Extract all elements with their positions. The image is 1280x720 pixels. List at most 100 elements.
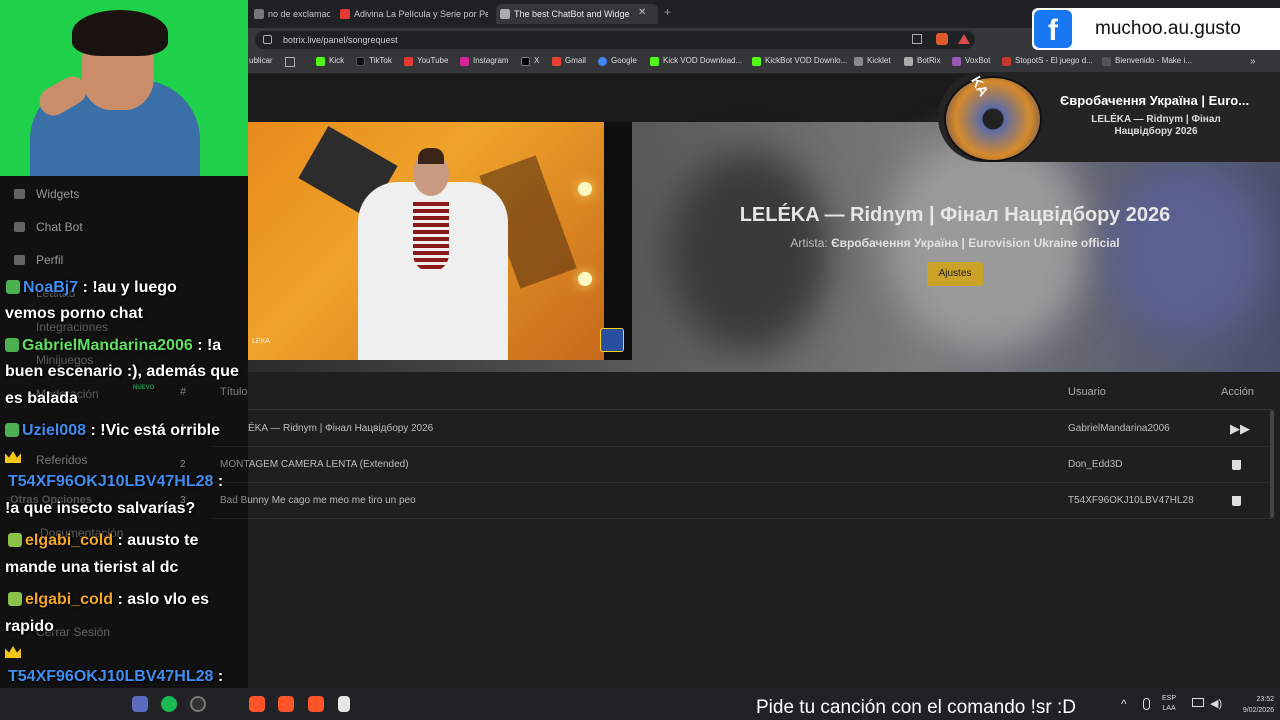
tab-label: The best ChatBot and Widge — [514, 9, 630, 19]
clock-time: 23:52 — [1256, 696, 1274, 703]
more-bookmarks-icon[interactable]: » — [1250, 56, 1256, 67]
tab-label: Adivina La Película y Serie por Perso — [354, 9, 488, 19]
bookmark-item[interactable]: Google — [598, 56, 637, 66]
chat-text: : — [213, 668, 224, 685]
artist-line: Artista: Євробачення Україна | Eurovisio… — [740, 236, 1170, 250]
volume-icon[interactable]: ◀) — [1210, 697, 1222, 710]
youtube-icon — [404, 57, 413, 66]
bookmark-label: VoxBot — [965, 56, 991, 65]
site-info-icon[interactable] — [263, 35, 272, 44]
skip-icon[interactable]: ▶▶ — [1230, 411, 1250, 447]
row-user: T54XF96OKJ10LBV47HL28 — [1068, 495, 1194, 506]
bookmark-item[interactable]: TikTok — [356, 56, 392, 66]
brave-rewards-icon[interactable] — [958, 34, 970, 44]
now-playing-title: Євробачення Україна | Euro... — [1060, 93, 1250, 108]
video-player[interactable]: LEKA — [248, 122, 632, 360]
chat-message: T54XF96OKJ10LBV47HL28 : — [8, 664, 223, 690]
brave-shield-icon[interactable] — [936, 33, 948, 45]
spotify-icon[interactable] — [161, 696, 177, 712]
bookmark-item[interactable]: Gmail — [552, 56, 586, 66]
browser-tab-active[interactable]: The best ChatBot and Widge — [496, 4, 658, 24]
chat-text: mande una tierist al dc — [5, 559, 179, 576]
song-request-caption: Pide tu canción con el comando !sr :D — [756, 697, 1077, 718]
apps-grid-icon[interactable] — [285, 57, 295, 67]
close-tab-icon[interactable]: ✕ — [638, 7, 646, 18]
microphone-icon[interactable] — [1143, 698, 1150, 710]
new-tab-icon[interactable]: + — [664, 5, 671, 19]
kickbot-icon — [752, 57, 761, 66]
bookmark-item[interactable]: VoxBot — [952, 56, 991, 66]
album-cover-disc — [944, 76, 1042, 162]
tab-label: no de exclamación co — [268, 9, 330, 19]
facebook-username: muchoo.au.gusto — [1095, 18, 1241, 39]
chat-text: : — [213, 473, 224, 490]
chat-badge-icon — [8, 533, 22, 547]
streamer-hair — [72, 10, 168, 56]
bookmark-item[interactable]: X — [521, 56, 539, 66]
kick-vod-icon — [650, 57, 659, 66]
chat-username: Uziel008 — [22, 422, 87, 439]
chat-text: : auusto te — [113, 532, 199, 549]
trash-icon[interactable] — [1232, 460, 1241, 470]
bookmark-label: Gmail — [565, 56, 586, 65]
bookmark-item[interactable]: Kick VOD Download... — [650, 56, 743, 66]
tab-favicon-icon — [500, 9, 510, 19]
brave-icon[interactable] — [308, 696, 324, 712]
bookmark-item[interactable]: StopotS - El juego d... — [1002, 56, 1093, 66]
bookmark-label: Kick VOD Download... — [663, 56, 743, 65]
column-header-user: Usuario — [1068, 386, 1106, 398]
kick-icon — [316, 57, 325, 66]
browser-tab[interactable]: no de exclamación co — [250, 4, 330, 24]
bookmark-label: KickBot VOD Downlo... — [765, 56, 848, 65]
instagram-icon — [460, 57, 469, 66]
column-header-action: Acción — [1221, 386, 1255, 398]
chat-message: elgabi_cold : aslo vlo es — [8, 587, 209, 613]
system-clock[interactable]: 23:52 9/02/2026 — [1228, 694, 1274, 716]
webcam-overlay — [0, 0, 248, 176]
chat-username: elgabi_cold — [25, 532, 114, 549]
bookmark-item[interactable]: KickBot VOD Downlo... — [752, 56, 848, 66]
bookmark-item[interactable]: Instagram — [460, 56, 509, 66]
bookmark-label: Kick — [329, 56, 345, 65]
brave-icon[interactable] — [249, 696, 265, 712]
obs-icon[interactable] — [190, 696, 206, 712]
taskbar-app-icon[interactable] — [132, 696, 148, 712]
stopots-icon — [1002, 57, 1011, 66]
now-playing-subtitle: LELÉKA — Ridnym | Фінал Нацвідбору 2026 — [1091, 114, 1221, 137]
x-icon — [521, 57, 530, 66]
bookmark-item[interactable]: Kicklet — [854, 56, 891, 66]
bookmark-label: Bienvenido - Make i... — [1115, 56, 1192, 65]
trash-icon[interactable] — [1232, 496, 1241, 506]
scrollbar[interactable] — [1270, 410, 1274, 518]
share-icon[interactable] — [912, 34, 922, 44]
bookmark-item[interactable]: YouTube — [404, 56, 448, 66]
google-icon — [598, 57, 607, 66]
chat-text: es balada — [5, 390, 78, 407]
chat-badge-icon — [6, 280, 20, 294]
voxbot-icon — [952, 57, 961, 66]
file-icon[interactable] — [338, 696, 350, 712]
chat-badge-icon — [5, 338, 19, 352]
chat-username: GabrielMandarina2006 — [22, 337, 193, 354]
chat-username: elgabi_cold — [25, 591, 114, 608]
chat-badge-icon — [8, 592, 22, 606]
facebook-overlay: f muchoo.au.gusto — [1032, 8, 1280, 50]
row-title: ÉKA — Ridnym | Фінал Нацвідбору 2026 — [248, 423, 434, 434]
gmail-icon — [552, 57, 561, 66]
kicklet-icon — [854, 57, 863, 66]
bookmark-label: Kicklet — [867, 56, 891, 65]
necklace-beads — [413, 202, 449, 272]
network-icon[interactable] — [1192, 698, 1204, 707]
bookmark-item[interactable]: Bienvenido - Make i... — [1102, 56, 1192, 66]
bookmark-label: BotRix — [917, 56, 941, 65]
language-indicator[interactable]: ESP LAA — [1162, 694, 1176, 714]
address-bar[interactable]: botrix.live/panel/songrequest — [255, 31, 975, 49]
bookmark-label: Google — [611, 56, 637, 65]
tray-expand-icon[interactable]: ^ — [1121, 697, 1127, 711]
browser-tab[interactable]: Adivina La Película y Serie por Perso — [336, 4, 488, 24]
settings-button[interactable]: Ajustes — [927, 262, 983, 286]
brave-icon[interactable] — [278, 696, 294, 712]
bookmark-item[interactable]: Kick — [316, 56, 345, 66]
bookmark-item[interactable]: BotRix — [904, 56, 941, 66]
artist-label: Artista: — [790, 236, 828, 250]
